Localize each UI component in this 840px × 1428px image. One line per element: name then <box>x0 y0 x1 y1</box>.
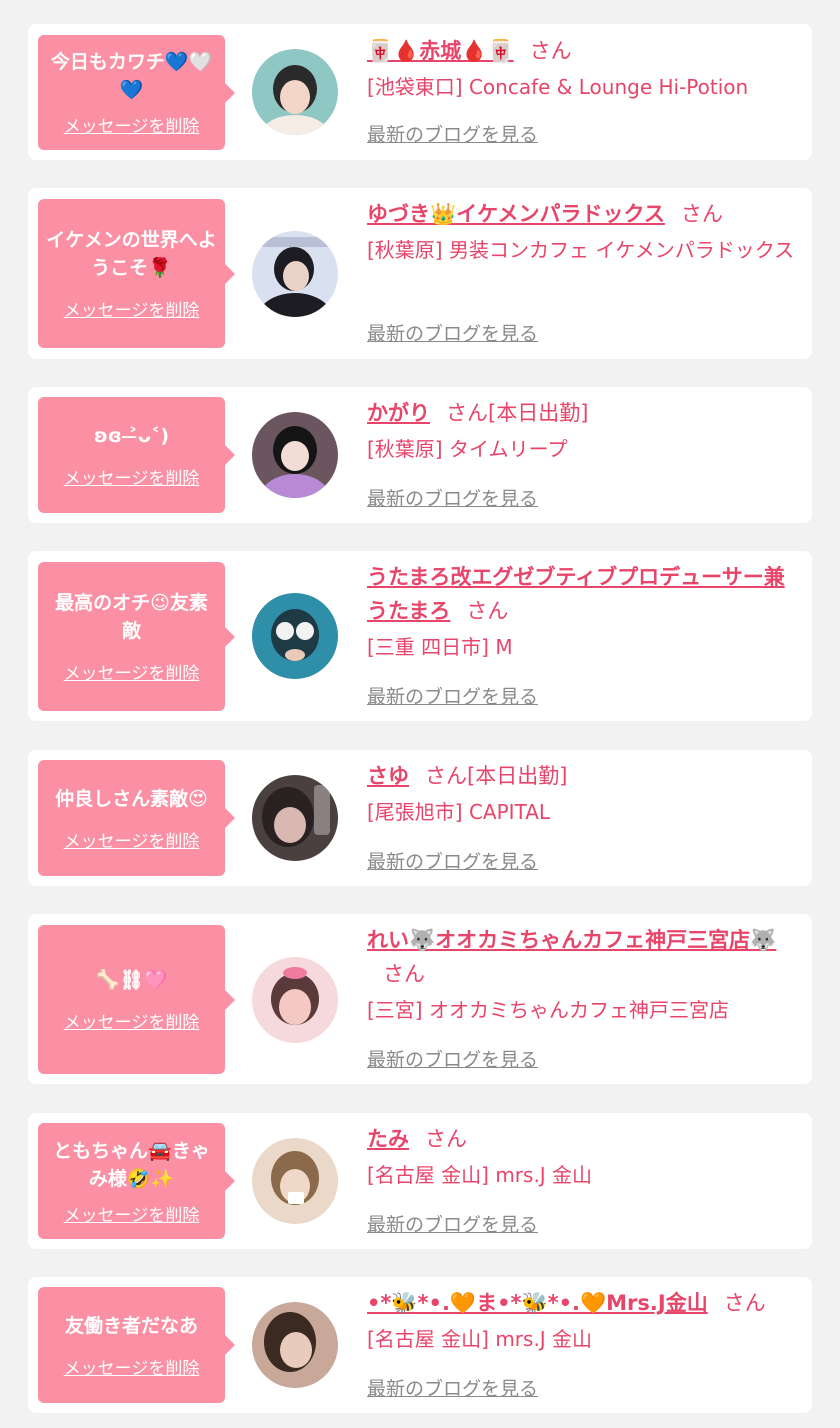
honorific: さん <box>425 1127 467 1151</box>
avatar[interactable] <box>252 1302 338 1388</box>
name-line: ゆづき👑イケメンパラドックス さん <box>367 197 799 231</box>
name-line: れい🐺オオカミちゃんカフェ神戸三宮店🐺 さん <box>367 923 799 991</box>
message-bubble: ともちゃん🚘きゃみ様🤣✨ メッセージを削除 <box>38 1123 235 1239</box>
shop-name: [名古屋 金山] mrs.J 金山 <box>367 1327 593 1351</box>
status-label: [本日出勤] <box>467 764 568 788</box>
list-item: イケメンの世界へようこそ🌹 メッセージを削除 ゆづき👑イケメンパラドックス さん … <box>28 188 812 359</box>
name-line: •*🐝*•.🧡ま•*🐝*•.🧡Mrs.J金山 さん <box>367 1286 799 1320</box>
honorific: さん <box>383 962 425 986</box>
avatar[interactable] <box>252 957 338 1043</box>
shop-name: [池袋東口] Concafe & Lounge Hi-Potion <box>367 75 749 99</box>
delete-message-link[interactable]: メッセージを削除 <box>64 464 200 489</box>
avatar[interactable] <box>252 775 338 861</box>
name-line: さゆ さん[本日出勤] <box>367 759 799 793</box>
profile-name-link[interactable]: うたまろ改エグゼブティブプロデューサー兼うたまろ <box>367 565 785 623</box>
message-bubble: 友働き者だなあ メッセージを削除 <box>38 1287 235 1403</box>
honorific: さん <box>466 599 509 623</box>
shop-name: [名古屋 金山] mrs.J 金山 <box>367 1163 593 1187</box>
profile-info: ゆづき👑イケメンパラドックス さん [秋葉原] 男装コンカフェ イケメンパラドック… <box>367 197 799 268</box>
latest-blog-link[interactable]: 最新のブログを見る <box>367 682 538 709</box>
profile-name-link[interactable]: れい🐺オオカミちゃんカフェ神戸三宮店🐺 <box>367 928 776 952</box>
latest-blog-link[interactable]: 最新のブログを見る <box>367 484 538 511</box>
delete-message-link[interactable]: メッセージを削除 <box>64 1008 200 1033</box>
name-line: かがり さん[本日出勤] <box>367 396 799 430</box>
message-bubble: 最高のオチ😉友素敵 メッセージを削除 <box>38 562 235 711</box>
profile-info: たみ さん [名古屋 金山] mrs.J 金山 <box>367 1122 799 1193</box>
latest-blog-link[interactable]: 最新のブログを見る <box>367 847 538 874</box>
latest-blog-link[interactable]: 最新のブログを見る <box>367 1045 538 1072</box>
list-item: 仲良しさん素敵😍 メッセージを削除 さゆ さん[本日出勤] [尾張旭市] CAPI… <box>28 750 812 886</box>
delete-message-link[interactable]: メッセージを削除 <box>64 827 200 852</box>
delete-message-link[interactable]: メッセージを削除 <box>64 1354 200 1379</box>
latest-blog-link[interactable]: 最新のブログを見る <box>367 319 538 346</box>
message-bubble: 🦴⛓🩷 メッセージを削除 <box>38 925 235 1074</box>
honorific: さん <box>425 764 467 788</box>
profile-name-link[interactable]: •*🐝*•.🧡ま•*🐝*•.🧡Mrs.J金山 <box>367 1291 708 1315</box>
status-label: [本日出勤] <box>488 401 589 425</box>
shop-name: [三重 四日市] M <box>367 635 513 659</box>
delete-message-link[interactable]: メッセージを削除 <box>64 1201 200 1226</box>
avatar[interactable] <box>252 49 338 135</box>
avatar[interactable] <box>252 593 338 679</box>
profile-name-link[interactable]: さゆ <box>367 764 409 788</box>
message-text: 今日もカワチ💙🤍💙 <box>50 51 213 101</box>
message-bubble: イケメンの世界へようこそ🌹 メッセージを削除 <box>38 199 235 348</box>
name-line: たみ さん <box>367 1122 799 1156</box>
profile-info: さゆ さん[本日出勤] [尾張旭市] CAPITAL <box>367 759 799 830</box>
avatar[interactable] <box>252 231 338 317</box>
message-list: 今日もカワチ💙🤍💙 メッセージを削除 🀄🩸赤城🩸🀄 さん [池袋東口] Conca… <box>0 0 840 1428</box>
message-text: ʚ⁠ɞ ˃̶ᴗ˂) <box>93 424 170 447</box>
honorific: さん <box>723 1291 766 1315</box>
honorific: さん <box>680 202 723 226</box>
shop-name: [秋葉原] 男装コンカフェ イケメンパラドックス <box>367 238 795 262</box>
list-item: 今日もカワチ💙🤍💙 メッセージを削除 🀄🩸赤城🩸🀄 さん [池袋東口] Conca… <box>28 24 812 160</box>
avatar[interactable] <box>252 1138 338 1224</box>
list-item: 友働き者だなあ メッセージを削除 •*🐝*•.🧡ま•*🐝*•.🧡Mrs.J金山さ… <box>28 1277 812 1413</box>
shop-name: [三宮] オオカミちゃんカフェ神戸三宮店 <box>367 998 729 1022</box>
latest-blog-link[interactable]: 最新のブログを見る <box>367 1374 538 1401</box>
list-item: 最高のオチ😉友素敵 メッセージを削除 うたまろ改エグゼブティブプロデューサー兼う… <box>28 551 812 721</box>
delete-message-link[interactable]: メッセージを削除 <box>64 112 200 137</box>
message-text: 最高のオチ😉友素敵 <box>55 592 208 642</box>
message-text: イケメンの世界へようこそ🌹 <box>46 229 217 279</box>
profile-info: かがり さん[本日出勤] [秋葉原] タイムリープ <box>367 396 799 467</box>
message-text: ともちゃん🚘きゃみ様🤣✨ <box>53 1139 210 1190</box>
avatar[interactable] <box>252 412 338 498</box>
delete-message-link[interactable]: メッセージを削除 <box>64 296 200 321</box>
profile-info: •*🐝*•.🧡ま•*🐝*•.🧡Mrs.J金山 さん [名古屋 金山] mrs.J … <box>367 1286 799 1357</box>
list-item: ともちゃん🚘きゃみ様🤣✨ メッセージを削除 たみ さん [名古屋 金山] mrs.… <box>28 1113 812 1249</box>
profile-name-link[interactable]: 🀄🩸赤城🩸🀄 <box>367 39 514 63</box>
honorific: さん <box>446 401 488 425</box>
message-text: 🦴⛓🩷 <box>95 969 168 991</box>
profile-name-link[interactable]: かがり <box>367 401 430 425</box>
message-bubble: ʚ⁠ɞ ˃̶ᴗ˂) メッセージを削除 <box>38 397 235 513</box>
list-item: 🦴⛓🩷 メッセージを削除 れい🐺オオカミちゃんカフェ神戸三宮店🐺 さん [三宮] … <box>28 914 812 1084</box>
latest-blog-link[interactable]: 最新のブログを見る <box>367 1210 538 1237</box>
message-text: 友働き者だなあ <box>64 1314 198 1337</box>
name-line: うたまろ改エグゼブティブプロデューサー兼うたまろ さん <box>367 560 799 628</box>
profile-name-link[interactable]: ゆづき👑イケメンパラドックス <box>367 202 665 226</box>
message-bubble: 仲良しさん素敵😍 メッセージを削除 <box>38 760 235 876</box>
latest-blog-link[interactable]: 最新のブログを見る <box>367 120 538 147</box>
name-line: 🀄🩸赤城🩸🀄 さん <box>367 34 799 68</box>
message-bubble: 今日もカワチ💙🤍💙 メッセージを削除 <box>38 35 235 150</box>
shop-name: [尾張旭市] CAPITAL <box>367 800 551 824</box>
profile-info: れい🐺オオカミちゃんカフェ神戸三宮店🐺 さん [三宮] オオカミちゃんカフェ神戸三… <box>367 923 799 1028</box>
honorific: さん <box>529 39 572 63</box>
profile-info: うたまろ改エグゼブティブプロデューサー兼うたまろ さん [三重 四日市] M <box>367 560 799 665</box>
profile-name-link[interactable]: たみ <box>367 1127 409 1151</box>
message-text: 仲良しさん素敵😍 <box>55 787 208 810</box>
profile-info: 🀄🩸赤城🩸🀄 さん [池袋東口] Concafe & Lounge Hi-Poti… <box>367 34 799 105</box>
list-item: ʚ⁠ɞ ˃̶ᴗ˂) メッセージを削除 かがり さん[本日出勤] [秋葉原] タイム… <box>28 387 812 523</box>
shop-name: [秋葉原] タイムリープ <box>367 437 568 461</box>
delete-message-link[interactable]: メッセージを削除 <box>64 659 200 684</box>
